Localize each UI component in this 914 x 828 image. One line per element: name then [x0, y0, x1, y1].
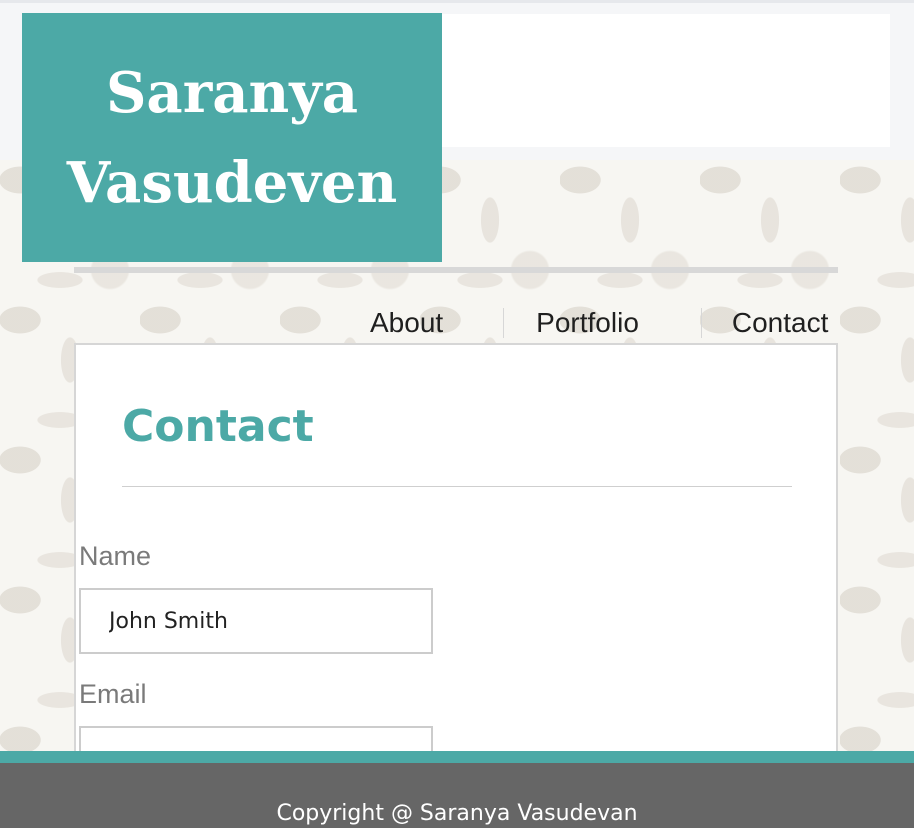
nav-divider [74, 267, 838, 273]
logo-name-line2: Vasudeven [66, 149, 398, 216]
nav-link-about[interactable]: About [370, 307, 443, 339]
nav-link-portfolio[interactable]: Portfolio [536, 307, 639, 339]
header-banner [442, 14, 890, 147]
contact-card: Contact Name Email [74, 343, 838, 792]
copyright-text: Copyright @ Saranya Vasudevan [276, 801, 638, 826]
name-field[interactable] [79, 588, 433, 654]
page-top-strip [0, 0, 914, 3]
nav-separator [700, 308, 702, 338]
main-nav: About Portfolio Contact [370, 296, 828, 350]
nav-link-contact[interactable]: Contact [732, 307, 829, 339]
logo-name-line1: Saranya [105, 59, 359, 126]
page-title: Contact [122, 401, 314, 452]
title-divider [122, 486, 792, 487]
site-logo[interactable]: Saranya Vasudeven [22, 13, 442, 262]
site-footer: Copyright @ Saranya Vasudevan [0, 763, 914, 828]
email-label: Email [79, 679, 147, 709]
nav-separator [503, 308, 505, 338]
footer-accent-bar [0, 751, 914, 763]
name-label: Name [79, 541, 152, 571]
